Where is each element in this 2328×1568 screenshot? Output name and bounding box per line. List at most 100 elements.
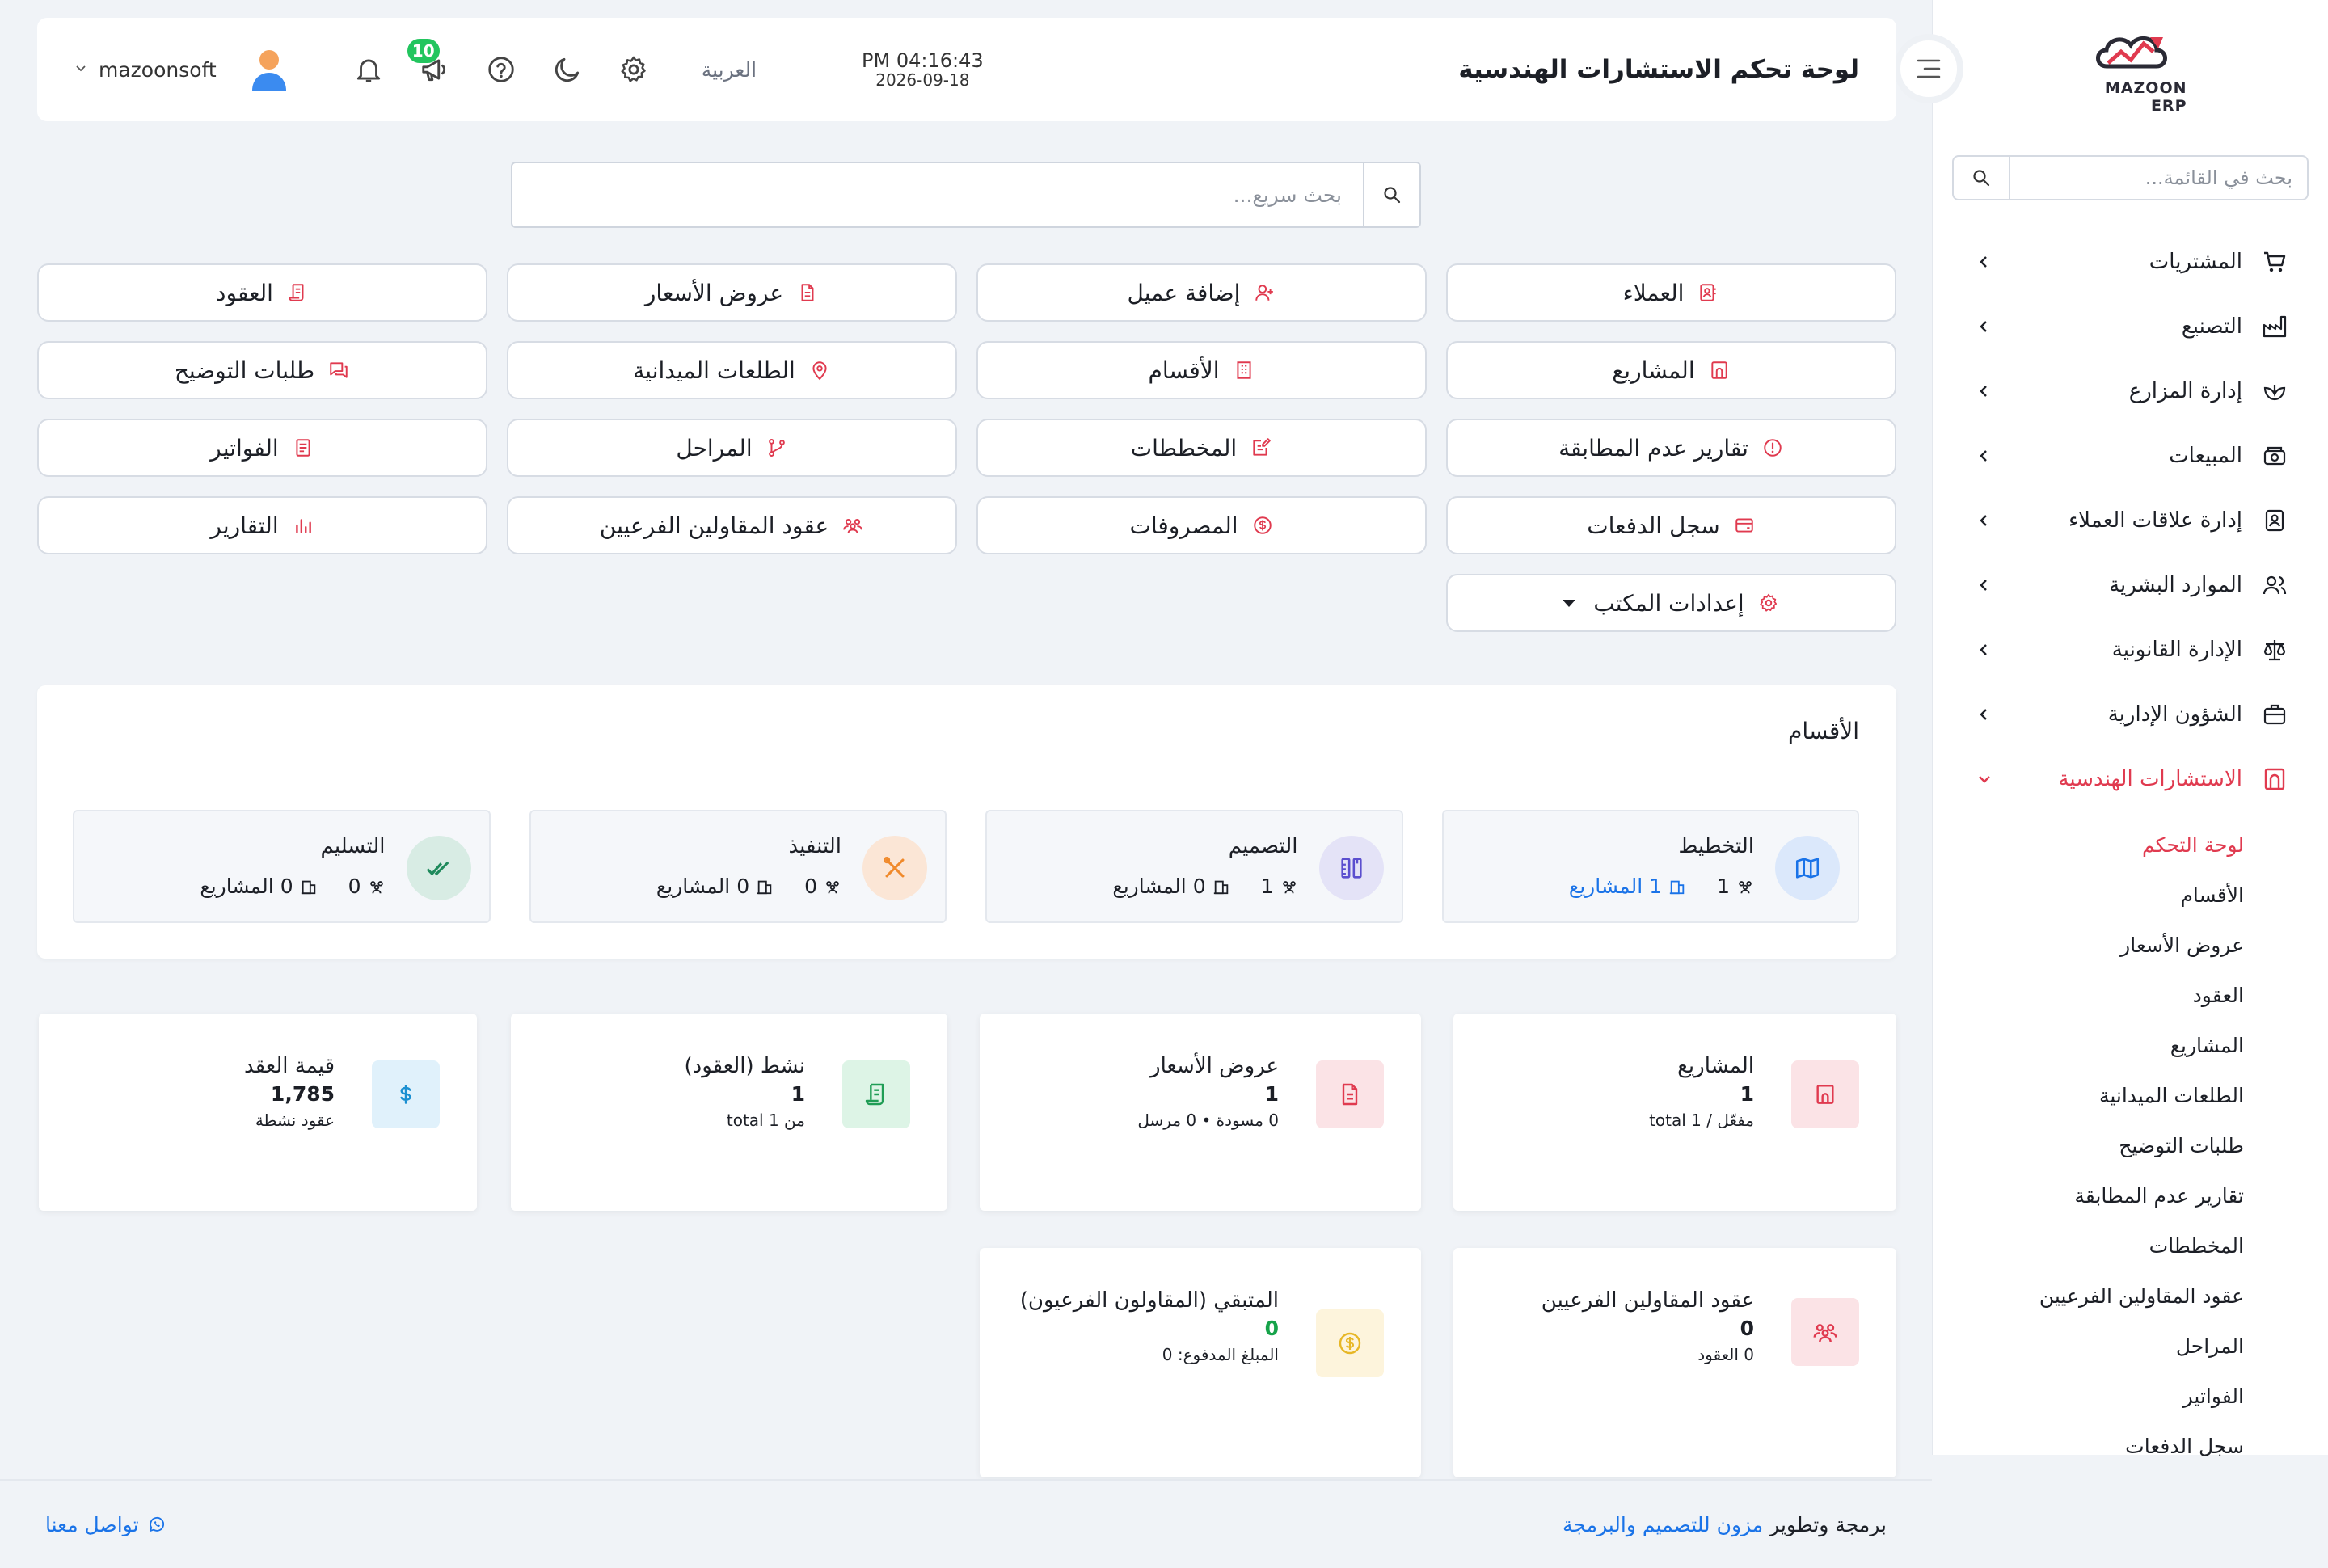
dark-mode-toggle[interactable] <box>548 50 587 89</box>
stat-value: 1 <box>791 1082 805 1106</box>
people-group-icon <box>1739 880 1752 893</box>
department-design[interactable]: التصميم 1 0 المشاريع <box>985 810 1403 923</box>
sidebar-item-hr[interactable]: الموارد البشرية <box>1933 553 2328 618</box>
footer-credit-link[interactable]: مزون للتصميم والبرمجة <box>1563 1513 1763 1536</box>
stat-body: المشاريع 1 مفعّل / total 1 <box>1649 1052 1754 1130</box>
stat-card-projects[interactable]: المشاريع 1 مفعّل / total 1 <box>1453 1014 1896 1211</box>
quick-link-label: المصروفات <box>1129 512 1238 539</box>
quick-link-projects[interactable]: المشاريع <box>1446 341 1896 399</box>
quick-link-label: المخططات <box>1130 434 1238 462</box>
bar-chart-icon <box>292 514 314 537</box>
sidebar-item-manufacturing[interactable]: التصنيع <box>1933 294 2328 359</box>
office-building-icon <box>1233 359 1255 381</box>
submenu-item-clarification-requests[interactable]: طلبات التوضيح <box>1933 1120 2328 1170</box>
submenu-item-contracts[interactable]: العقود <box>1933 970 2328 1020</box>
contact-us-link[interactable]: تواصل معنا <box>45 1513 167 1536</box>
sidebar-search-input[interactable] <box>2010 157 2307 199</box>
submenu-item-site-visits[interactable]: الطلعات الميدانية <box>1933 1070 2328 1120</box>
stat-body: نشط (العقود) 1 من 1 total <box>684 1052 805 1130</box>
stat-subtitle: عقود نشطة <box>255 1111 335 1131</box>
language-switch[interactable]: العربية <box>702 58 757 82</box>
sidebar-item-legal[interactable]: الإدارة القانونية <box>1933 618 2328 682</box>
quick-link-phases[interactable]: المراحل <box>507 419 957 477</box>
settings-button[interactable] <box>614 50 653 89</box>
department-people-count: 0 <box>804 875 817 898</box>
quick-link-label: المشاريع <box>1612 356 1695 384</box>
gear-icon <box>621 56 646 82</box>
sidebar-toggle-button[interactable] <box>1894 34 1963 103</box>
department-handover[interactable]: التسليم 0 0 المشاريع <box>73 810 491 923</box>
sidebar-item-admin-affairs[interactable]: الشؤون الإدارية <box>1933 682 2328 747</box>
quick-link-invoices[interactable]: الفواتير <box>37 419 487 477</box>
departments-list: التخطيط 1 1 المشاريع التصميم 1 0 المشاري… <box>73 810 1859 923</box>
submenu-item-dashboard[interactable]: لوحة التحكم <box>1933 820 2328 870</box>
submenu-item-quotations[interactable]: عروض الأسعار <box>1933 920 2328 970</box>
leaf-icon <box>2260 377 2289 406</box>
search-icon <box>1384 187 1401 204</box>
whatsapp-icon <box>149 1516 164 1532</box>
sidebar-item-farms[interactable]: إدارة المزارع <box>1933 359 2328 424</box>
stat-subtitle: المبلغ المدفوع: 0 <box>1162 1345 1279 1365</box>
quick-link-expenses[interactable]: المصروفات <box>976 496 1427 554</box>
quick-link-departments[interactable]: الأقسام <box>976 341 1427 399</box>
sidebar-item-sales[interactable]: المبيعات <box>1933 424 2328 488</box>
brand-logo[interactable]: MAZOON ERP <box>2074 27 2187 116</box>
quick-link-office-settings[interactable]: إعدادات المكتب <box>1446 574 1896 632</box>
quick-search-button[interactable] <box>1363 163 1419 226</box>
sidebar-item-crm[interactable]: إدارة علاقات العملاء <box>1933 488 2328 553</box>
quick-link-label: التقارير <box>210 512 279 539</box>
quick-link-label: طلبات التوضيح <box>174 356 315 384</box>
address-book-icon <box>1697 281 1719 304</box>
announcements-button[interactable]: 10 <box>407 39 454 89</box>
coin-icon <box>1316 1309 1384 1377</box>
submenu-item-departments[interactable]: الأقسام <box>1933 870 2328 920</box>
stat-title: نشط (العقود) <box>684 1054 805 1078</box>
quick-link-clarification-requests[interactable]: طلبات التوضيح <box>37 341 487 399</box>
stat-card-subcontract-remaining[interactable]: المتبقي (المقاولون الفرعيون) 0 المبلغ ال… <box>980 1248 1421 1477</box>
submenu-item-invoices[interactable]: الفواتير <box>1933 1371 2328 1421</box>
stat-card-subcontracts[interactable]: عقود المقاولين الفرعيين 0 0 العقود <box>1453 1248 1896 1477</box>
department-projects-label[interactable]: المشاريع <box>1569 875 1643 898</box>
chevron-left-icon <box>1975 252 1994 272</box>
notifications-button[interactable] <box>349 50 388 89</box>
submenu-item-ncr-reports[interactable]: تقارير عدم المطابقة <box>1933 1170 2328 1220</box>
quick-search-input[interactable] <box>512 163 1363 226</box>
quick-link-contracts[interactable]: العقود <box>37 263 487 322</box>
clock: PM 04:16:43 2026-09-18 <box>862 49 984 89</box>
department-execution[interactable]: التنفيذ 0 0 المشاريع <box>529 810 947 923</box>
quick-link-payments-log[interactable]: سجل الدفعات <box>1446 496 1896 554</box>
quick-link-customers[interactable]: العملاء <box>1446 263 1896 322</box>
git-branch-icon <box>765 436 788 459</box>
quick-link-subcontracts[interactable]: عقود المقاولين الفرعيين <box>507 496 957 554</box>
stat-title: عروض الأسعار <box>1150 1054 1279 1078</box>
stat-card-contract-value[interactable]: قيمة العقد 1,785 عقود نشطة <box>39 1014 477 1211</box>
quick-link-quotations[interactable]: عروض الأسعار <box>507 263 957 322</box>
sidebar-item-engineering-consulting[interactable]: الاستشارات الهندسية <box>1933 747 2328 811</box>
quick-link-add-customer[interactable]: إضافة عميل <box>976 263 1427 322</box>
stat-card-quotations[interactable]: عروض الأسعار 1 0 مسودة • 0 مرسل <box>980 1014 1421 1211</box>
submenu-item-subcontracts[interactable]: عقود المقاولين الفرعيين <box>1933 1271 2328 1321</box>
username: mazoonsoft <box>99 57 217 82</box>
top-header: لوحة تحكم الاستشارات الهندسية PM 04:16:4… <box>37 18 1896 121</box>
quick-link-reports[interactable]: التقارير <box>37 496 487 554</box>
quick-link-ncr-reports[interactable]: تقارير عدم المطابقة <box>1446 419 1896 477</box>
sidebar-item-purchases[interactable]: المشتريات <box>1933 230 2328 294</box>
quick-link-label: الفواتير <box>210 434 279 462</box>
help-button[interactable] <box>482 50 521 89</box>
submenu-item-payments-log[interactable]: سجل الدفعات <box>1933 1421 2328 1471</box>
department-planning[interactable]: التخطيط 1 1 المشاريع <box>1441 810 1859 923</box>
stat-card-active-contracts[interactable]: نشط (العقود) 1 من 1 total <box>511 1014 947 1211</box>
sidebar-search-button[interactable] <box>1954 157 2010 199</box>
user-menu[interactable]: mazoonsoft <box>74 47 289 92</box>
briefcase-icon <box>2260 700 2289 729</box>
department-name: التنفيذ <box>788 834 841 858</box>
department-projects-count: 0 <box>280 875 293 898</box>
quick-link-site-visits[interactable]: الطلعات الميدانية <box>507 341 957 399</box>
departments-title: الأقسام <box>1788 718 1859 744</box>
quick-link-drawings[interactable]: المخططات <box>976 419 1427 477</box>
submenu-item-projects[interactable]: المشاريع <box>1933 1020 2328 1070</box>
submenu-item-phases[interactable]: المراحل <box>1933 1321 2328 1371</box>
footer-credit-prefix: برمجة وتطوير <box>1769 1512 1887 1536</box>
footer-credit: برمجة وتطوير مزون للتصميم والبرمجة <box>1563 1513 1887 1536</box>
submenu-item-drawings[interactable]: المخططات <box>1933 1220 2328 1271</box>
